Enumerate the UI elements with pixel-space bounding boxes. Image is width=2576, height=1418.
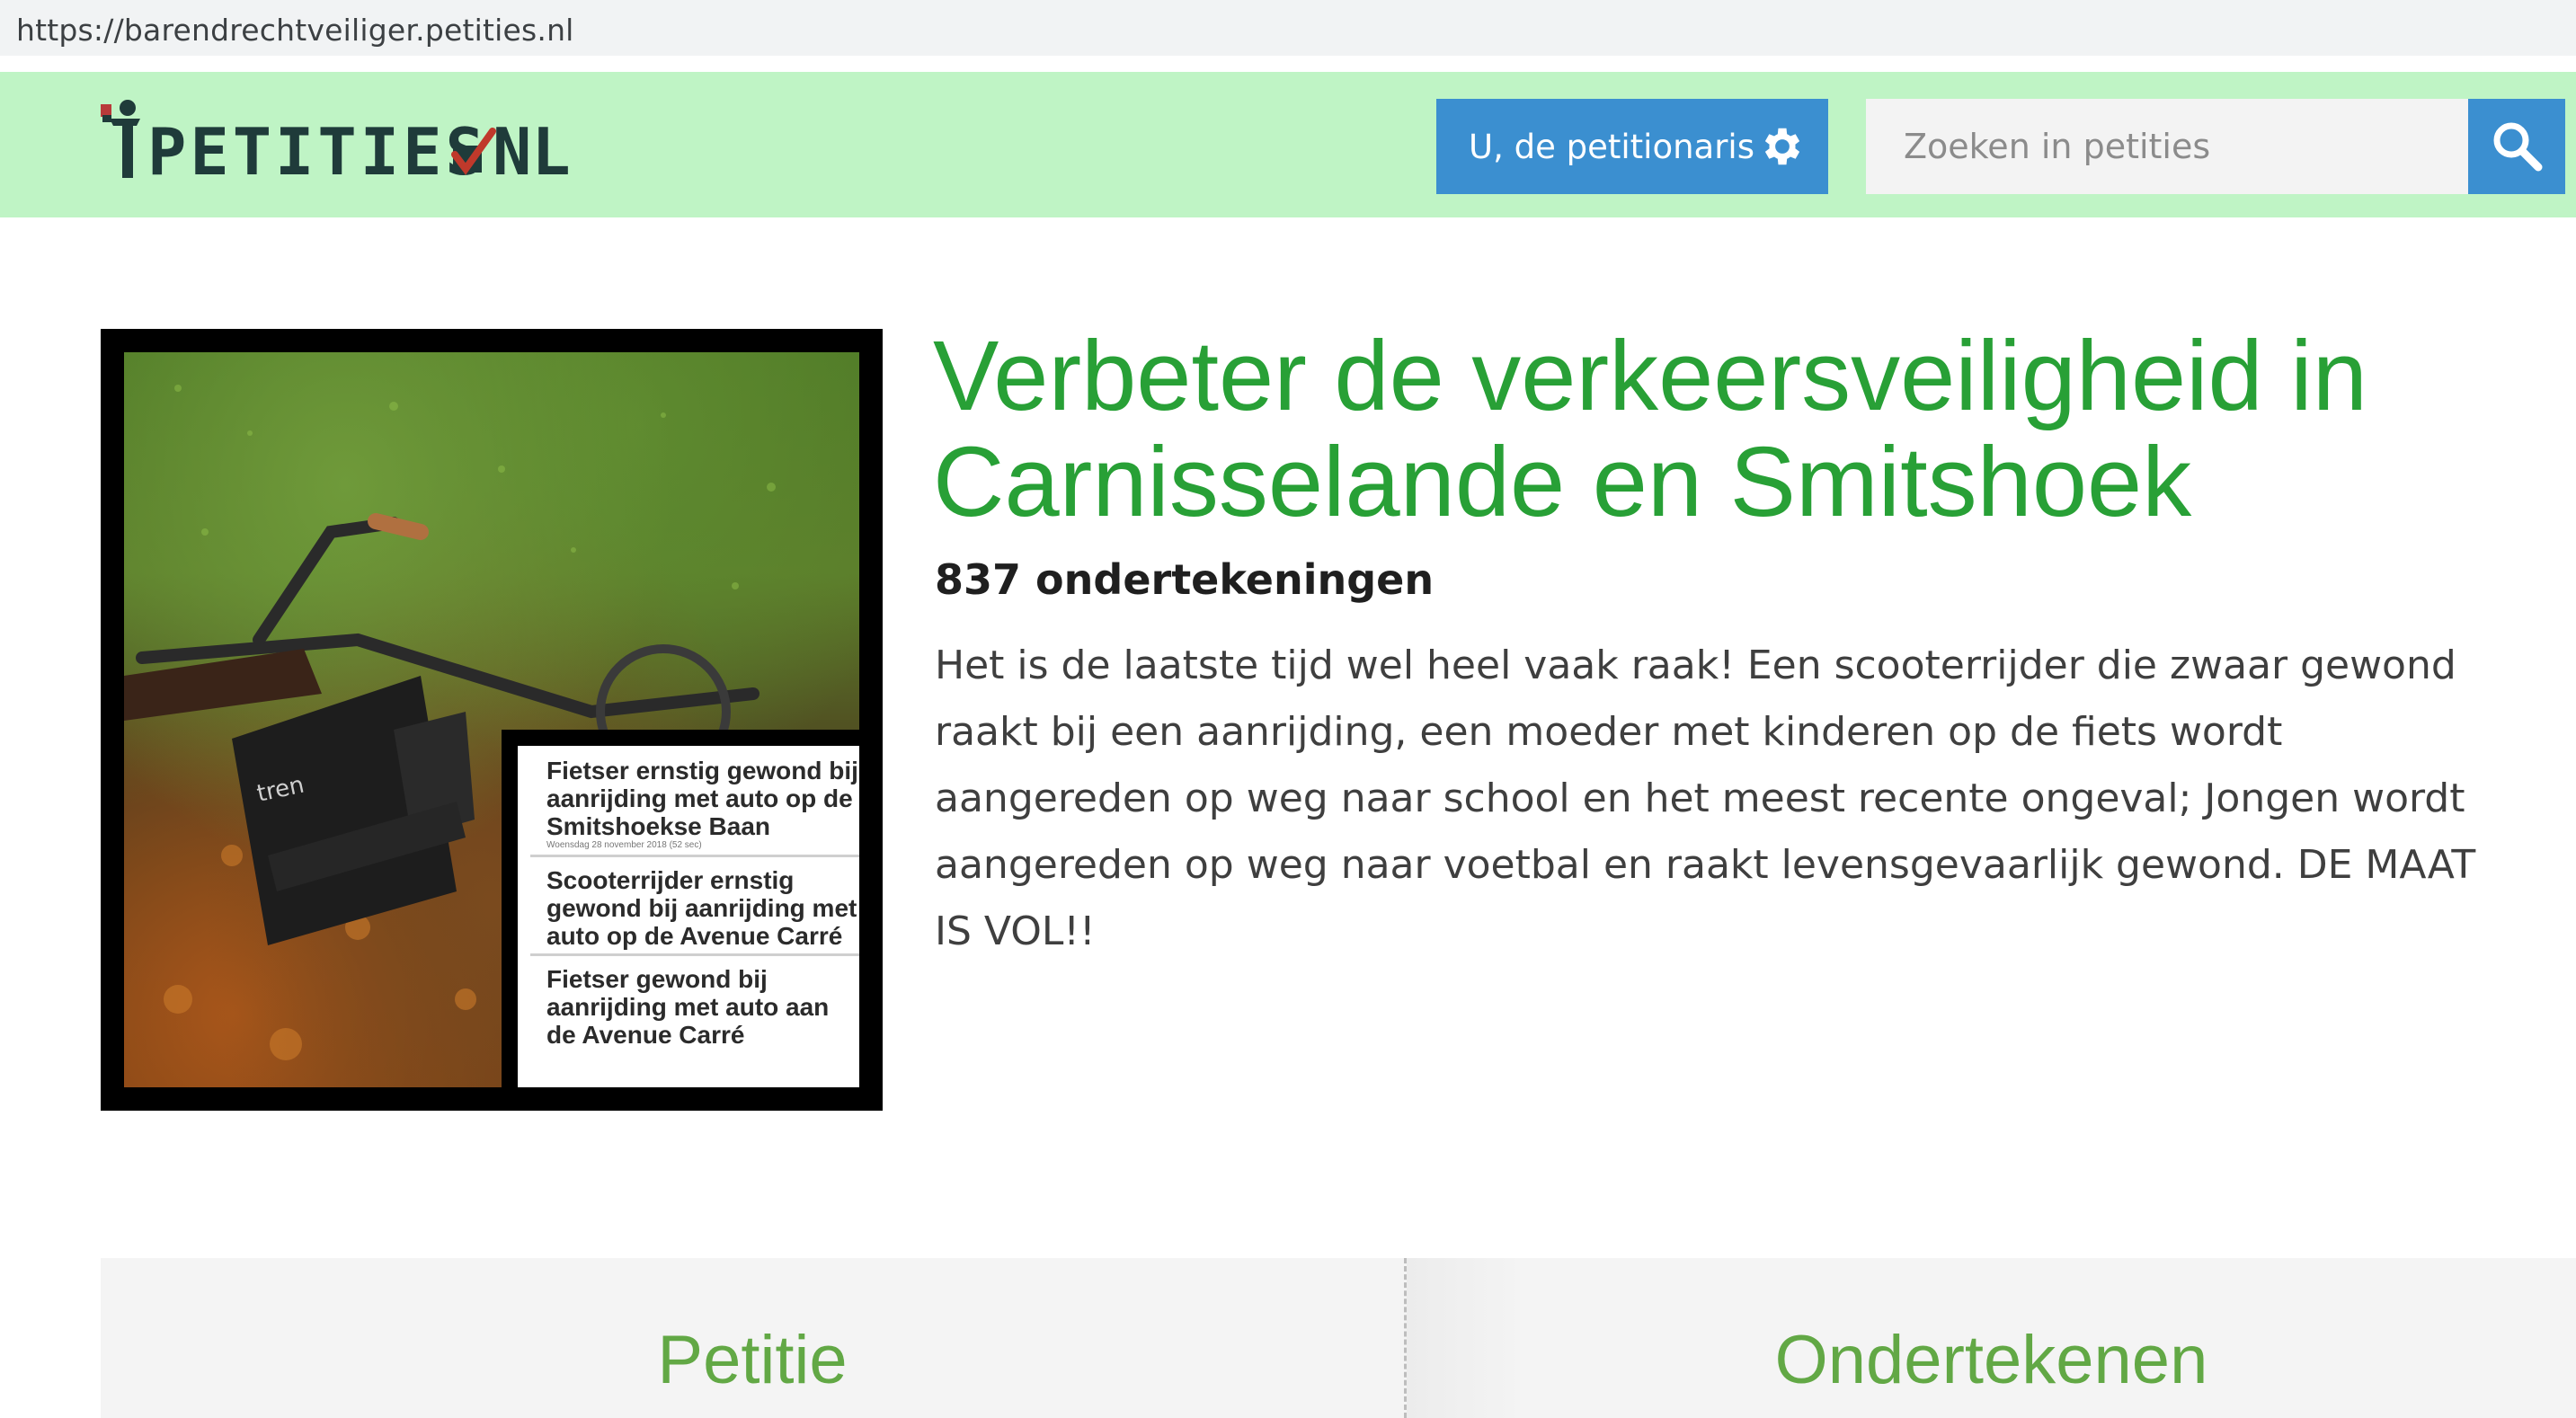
svg-text:PETITIES: PETITIES [147,114,488,189]
headline-meta: Woensdag 28 november 2018 (52 sec) [546,840,702,850]
site-header: PETITIES NL U, de petitionaris [0,72,2576,217]
petitionaris-label: U, de petitionaris [1469,127,1754,166]
headline-2: Scooterrijder ernstig gewond bij aanrijd… [530,863,859,956]
petition-tabs: Petitie Ondertekenen [101,1258,2576,1418]
headline-1: Fietser ernstig gewond bij aanrijding me… [530,753,859,857]
browser-url-bar[interactable]: https://barendrechtveiliger.petities.nl [0,0,2576,61]
search-input[interactable] [1866,99,2468,194]
petition-title: Verbeter de verkeersveiligheid in Carnis… [933,321,2367,537]
site-logo[interactable]: PETITIES NL [101,99,568,189]
url-text[interactable]: https://barendrechtveiliger.petities.nl [16,13,574,48]
petitionaris-button[interactable]: U, de petitionaris [1436,99,1828,194]
signature-count: 837 ondertekeningen [935,555,1435,604]
news-clippings: Fietser ernstig gewond bij aanrijding me… [502,730,859,1087]
headline-3: Fietser gewond bij aanrijding met auto a… [530,962,859,1052]
tab-ondertekenen[interactable]: Ondertekenen [1407,1258,2576,1418]
svg-text:NL: NL [493,114,568,189]
tab-petitie[interactable]: Petitie [101,1258,1404,1418]
search-button[interactable] [2468,99,2565,194]
petities-logo-icon: PETITIES NL [101,100,568,189]
petition-description: Het is de laatste tijd wel heel vaak raa… [935,643,2476,954]
gear-icon [1764,128,1800,165]
petition-image: tren Fietser ernstig gewond bij aanrijdi… [101,329,883,1111]
accident-photo: tren Fietser ernstig gewond bij aanrijdi… [124,352,859,1087]
search-icon [2493,122,2543,172]
